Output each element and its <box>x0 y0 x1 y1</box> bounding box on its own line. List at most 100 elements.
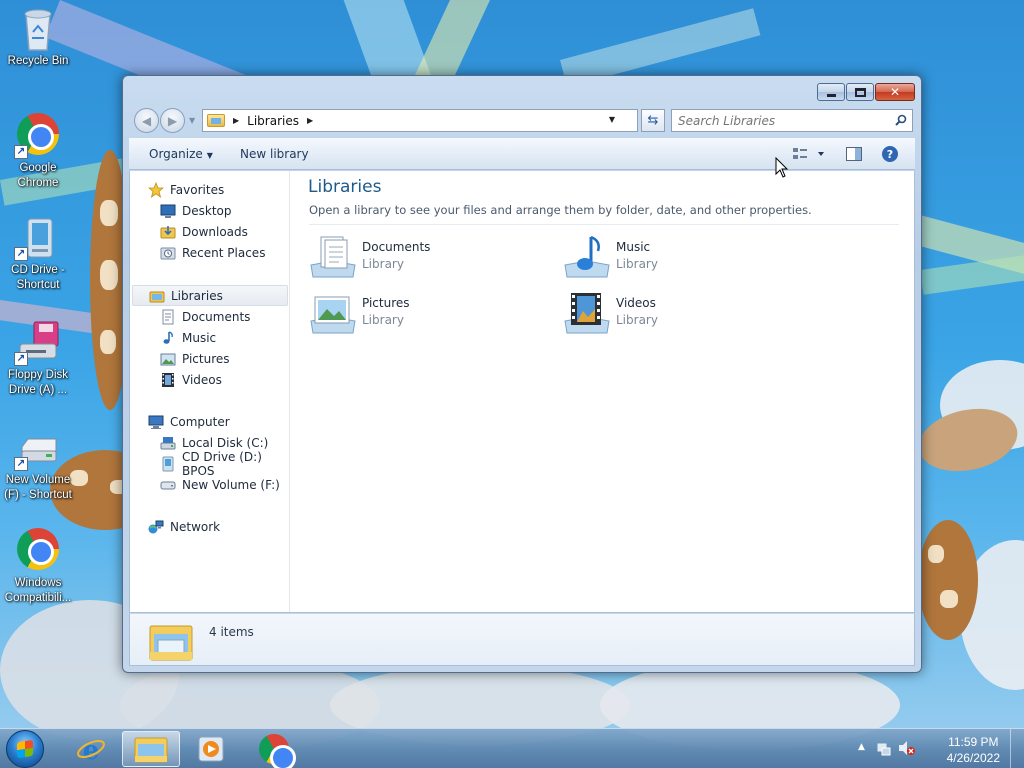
help-button[interactable]: ? <box>881 145 899 163</box>
help-icon: ? <box>882 146 898 162</box>
pictures-library-icon <box>310 296 356 334</box>
navigation-pane[interactable]: Favorites Desktop Downloads Recent Place… <box>130 171 290 612</box>
refresh-button[interactable]: ⇆ <box>641 109 665 132</box>
notification-area: ▲ 11:59 PM 4/26/2022 <box>854 729 1024 768</box>
new-library-button[interactable]: New library <box>240 147 309 161</box>
nav-item-label: Videos <box>182 372 222 387</box>
nav-item-new-volume[interactable]: New Volume (F:) <box>160 474 280 495</box>
library-type: Library <box>362 257 404 271</box>
desktop-icon-label: Recycle Bin <box>7 55 69 67</box>
forward-button[interactable]: ▶ <box>160 108 185 133</box>
libraries-folder-icon <box>207 114 225 127</box>
maximize-icon <box>854 87 866 97</box>
nav-item-label: Computer <box>170 414 230 429</box>
forward-arrow-icon: ▶ <box>167 113 178 128</box>
libraries-view: Libraries Open a library to see your fil… <box>291 171 914 612</box>
nav-item-label: Pictures <box>182 351 230 366</box>
desktop-icon-windows-compatibility[interactable]: Windows Compatibili... <box>0 528 76 606</box>
svg-text:?: ? <box>887 148 893 161</box>
nav-item-label: Documents <box>182 309 251 324</box>
back-arrow-icon: ◀ <box>141 113 152 128</box>
taskbar-app-media-player[interactable] <box>182 731 240 767</box>
search-input[interactable] <box>678 113 878 128</box>
library-tile-documents[interactable]: Documents Library <box>309 231 509 281</box>
nav-item-cd-drive[interactable]: CD Drive (D:) BPOS <box>160 450 289 478</box>
minimize-button[interactable] <box>817 83 845 101</box>
shortcut-arrow-icon: ↗ <box>14 352 28 366</box>
close-button[interactable]: ✕ <box>875 83 915 101</box>
explorer-window[interactable]: ✕ ◀ ▶ ▼ ▶ Libraries ▶ ▼ ⇆ Organize▼ New … <box>122 75 922 673</box>
library-tile-pictures[interactable]: Pictures Library <box>309 287 509 337</box>
maximize-button[interactable] <box>846 83 874 101</box>
library-tile-videos[interactable]: Videos Library <box>563 287 763 337</box>
desktop-icon-floppy-drive[interactable]: ↗ Floppy Disk Drive (A) ... <box>0 320 76 398</box>
nav-item-videos[interactable]: Videos <box>160 369 222 390</box>
desktop-icon-google-chrome[interactable]: ↗ Google Chrome <box>0 113 76 191</box>
pictures-icon <box>160 351 176 367</box>
desktop-icon-new-volume-shortcut[interactable]: ↗ New Volume (F) - Shortcut <box>0 425 76 503</box>
desktop-icon-recycle-bin[interactable]: Recycle Bin <box>0 6 76 69</box>
taskbar-app-chrome[interactable] <box>245 731 303 768</box>
media-player-icon <box>198 736 224 762</box>
nav-item-desktop[interactable]: Desktop <box>160 200 232 221</box>
search-icon[interactable] <box>895 114 907 126</box>
documents-icon <box>160 309 176 325</box>
network-status-icon[interactable] <box>876 740 892 756</box>
breadcrumb-libraries[interactable]: Libraries <box>247 114 299 128</box>
library-name: Documents <box>362 240 431 254</box>
preview-pane-button[interactable] <box>845 145 863 163</box>
film-strip-icon <box>160 372 176 388</box>
library-type: Library <box>616 313 658 327</box>
chrome-icon: ↗ <box>14 113 60 159</box>
command-bar: Organize ▼ New library ? <box>129 138 915 170</box>
nav-item-music[interactable]: Music <box>160 327 216 348</box>
breadcrumb-separator-icon[interactable]: ▶ <box>307 116 313 125</box>
nav-network[interactable]: Network <box>148 516 220 537</box>
show-desktop-button[interactable] <box>1010 729 1024 768</box>
chrome-icon <box>16 528 60 572</box>
header-divider <box>309 224 899 225</box>
recent-places-icon <box>160 245 176 261</box>
nav-item-label: Network <box>170 519 221 534</box>
change-view-button[interactable] <box>791 145 829 163</box>
item-count: 4 items <box>209 625 254 639</box>
shortcut-arrow-icon: ↗ <box>14 457 28 471</box>
minimize-icon <box>826 93 836 97</box>
chevron-down-icon: ▼ <box>206 151 213 160</box>
nav-item-recent-places[interactable]: Recent Places <box>160 242 265 263</box>
nav-item-documents[interactable]: Documents <box>160 306 250 327</box>
content-area: Favorites Desktop Downloads Recent Place… <box>129 171 915 613</box>
nav-favorites[interactable]: Favorites <box>147 179 224 200</box>
details-pane: 4 items <box>129 613 915 666</box>
taskbar-app-windows-explorer[interactable] <box>122 731 180 767</box>
nav-item-pictures[interactable]: Pictures <box>160 348 230 369</box>
nav-item-label: Music <box>182 330 217 345</box>
shortcut-arrow-icon: ↗ <box>14 145 28 159</box>
documents-library-icon <box>310 236 356 278</box>
clock-date: 4/26/2022 <box>946 751 1000 765</box>
clock-time: 11:59 PM <box>948 735 999 749</box>
volume-muted-icon[interactable] <box>898 740 916 756</box>
back-button[interactable]: ◀ <box>134 108 159 133</box>
breadcrumb-separator-icon[interactable]: ▶ <box>233 116 239 125</box>
search-box[interactable] <box>671 109 913 132</box>
library-name: Videos <box>616 296 656 310</box>
system-clock[interactable]: 11:59 PM 4/26/2022 <box>947 734 1000 766</box>
nav-computer[interactable]: Computer <box>148 411 230 432</box>
start-button[interactable] <box>6 730 44 768</box>
desktop-icon <box>160 203 176 219</box>
address-dropdown-icon[interactable]: ▼ <box>609 115 615 124</box>
library-name: Pictures <box>362 296 410 310</box>
computer-icon <box>148 414 164 430</box>
taskbar-app-internet-explorer[interactable]: e <box>62 731 120 767</box>
desktop-icon-label: Google Chrome <box>17 162 59 189</box>
organize-menu[interactable]: Organize ▼ <box>149 147 213 161</box>
address-bar[interactable]: ▶ Libraries ▶ ▼ <box>202 109 638 132</box>
desktop-icon-cd-drive-shortcut[interactable]: ↗ CD Drive - Shortcut <box>0 215 76 293</box>
nav-item-downloads[interactable]: Downloads <box>160 221 248 242</box>
star-icon <box>147 181 165 198</box>
show-hidden-icons-button[interactable]: ▲ <box>858 742 865 752</box>
library-tile-music[interactable]: Music Library <box>563 231 763 281</box>
recent-pages-dropdown[interactable]: ▼ <box>189 116 195 125</box>
nav-libraries[interactable]: Libraries <box>132 285 288 306</box>
